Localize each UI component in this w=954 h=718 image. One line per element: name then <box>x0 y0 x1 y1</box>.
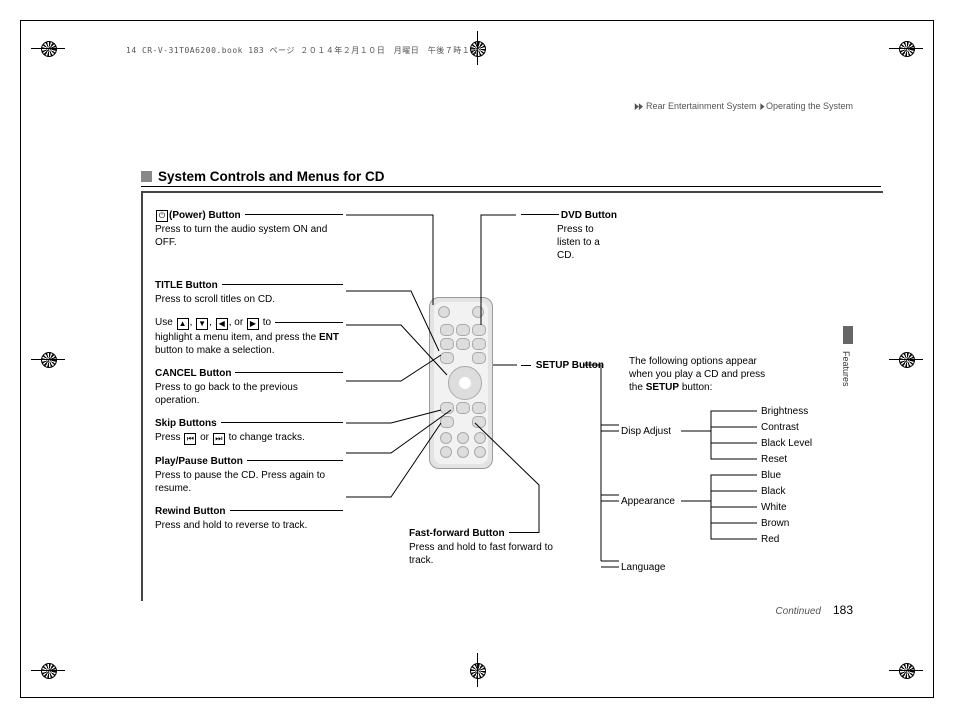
menu-tree-lines <box>581 405 871 585</box>
content-frame-rule <box>141 191 143 601</box>
section-bullet-icon <box>141 171 152 182</box>
registration-mark <box>31 31 65 65</box>
page-number: 183 <box>833 603 853 617</box>
section-heading: System Controls and Menus for CD <box>141 169 881 187</box>
page-frame: 14 CR-V-31T0A6200.book 183 ページ ２０１４年２月１０… <box>20 20 934 698</box>
content-area: ⏻ (Power) Button Press to turn the audio… <box>151 205 871 605</box>
breadcrumb: ▶▶Rear Entertainment System ▶Operating t… <box>632 101 853 112</box>
breadcrumb-item: Rear Entertainment System <box>646 101 757 111</box>
continued-label: Continued <box>775 606 821 617</box>
registration-mark <box>889 31 923 65</box>
registration-mark <box>31 653 65 687</box>
registration-mark <box>889 653 923 687</box>
chevron-right-icon: ▶▶ <box>635 101 643 112</box>
content-frame-rule <box>141 191 883 193</box>
chevron-right-icon: ▶ <box>760 101 764 112</box>
section-title: System Controls and Menus for CD <box>158 169 385 184</box>
menu-intro-text: The following options appear when you pl… <box>629 355 769 394</box>
registration-mark <box>31 342 65 376</box>
registration-mark <box>460 653 494 687</box>
registration-mark <box>889 342 923 376</box>
file-header: 14 CR-V-31T0A6200.book 183 ページ ２０１４年２月１０… <box>126 45 479 56</box>
breadcrumb-item: Operating the System <box>766 101 853 111</box>
